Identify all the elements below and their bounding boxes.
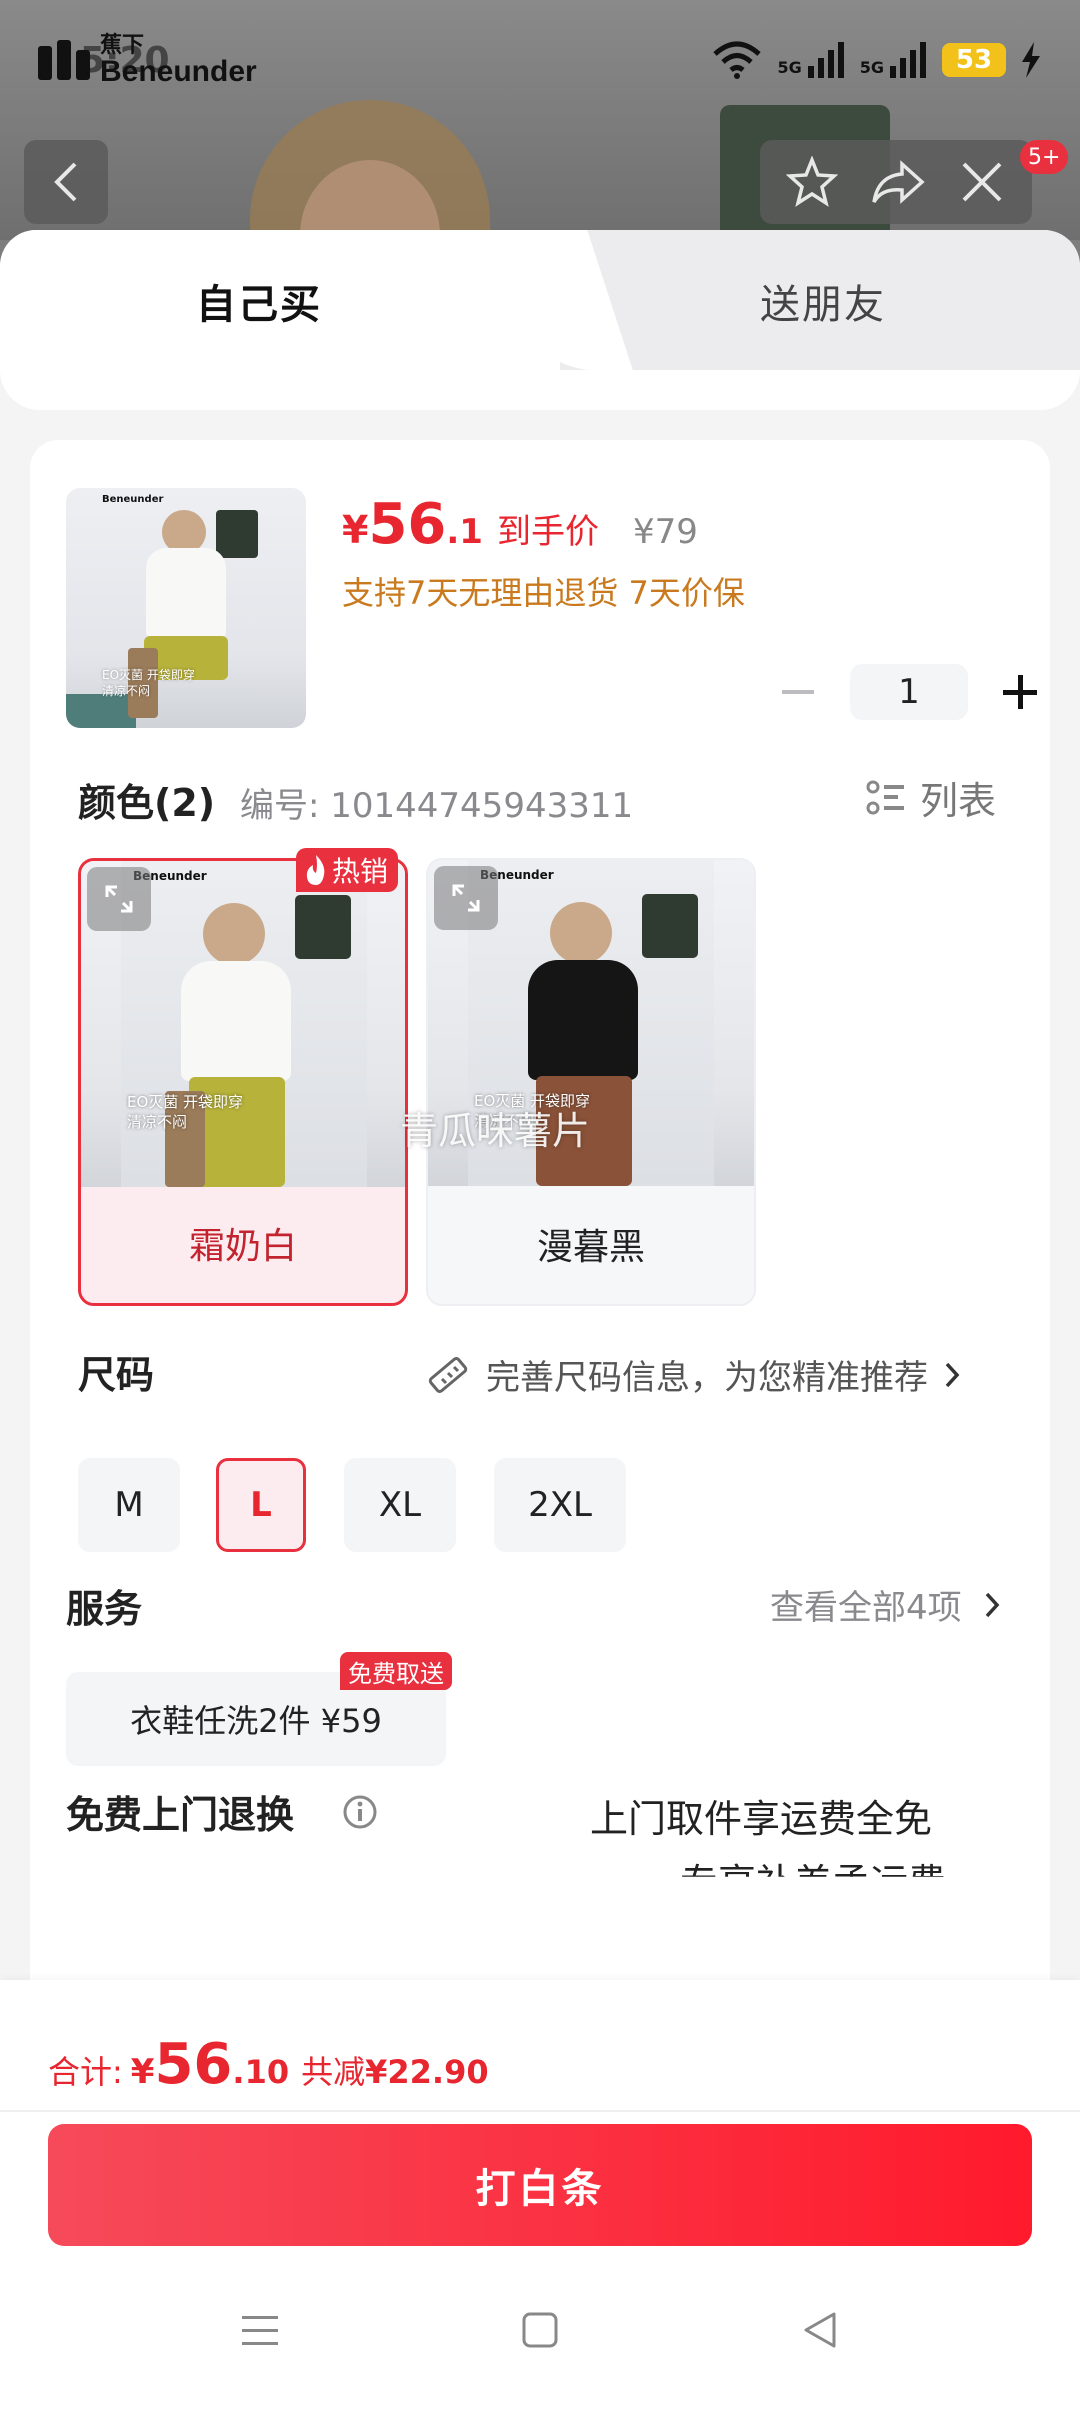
flame-icon: [306, 855, 325, 885]
size-option-l[interactable]: L: [216, 1458, 306, 1552]
total-row: 合计: ¥ 56 .10 共减 ¥22.90: [48, 2032, 489, 2097]
decrease-button[interactable]: [770, 664, 826, 720]
guarantee-text: 支持7天无理由退货 7天价保: [342, 574, 745, 612]
size-option-2xl[interactable]: 2XL: [494, 1458, 626, 1552]
signal-icon: [890, 42, 926, 78]
expand-icon: [452, 884, 480, 912]
quantity-value[interactable]: 1: [850, 664, 968, 720]
expand-image-button[interactable]: [87, 867, 151, 931]
price-decimal: .1: [446, 512, 483, 552]
chevron-right-icon: [985, 1592, 1000, 1617]
network-label-2: 5G: [859, 58, 884, 77]
original-price: ¥79: [632, 512, 698, 552]
clock: 5:20: [80, 40, 170, 81]
free-return-desc-2: 专享补差孟运费: [680, 1861, 947, 1905]
star-icon[interactable]: [786, 156, 838, 208]
list-icon: [866, 780, 904, 814]
tab-send-friend[interactable]: 送朋友: [760, 272, 886, 330]
discount-value: ¥22.90: [365, 2053, 489, 2091]
baitiao-pay-button[interactable]: 打白条: [48, 2124, 1032, 2246]
list-view-label: 列表: [920, 779, 997, 823]
size-title: 尺码: [78, 1353, 155, 1397]
menu-icon[interactable]: [240, 2312, 280, 2348]
total-decimal: .10: [232, 2053, 290, 2091]
floating-overlay-text: 青瓜味薯片: [400, 1109, 591, 1153]
battery-indicator: 53: [942, 43, 1006, 77]
back-nav-icon[interactable]: [800, 2310, 840, 2350]
close-icon[interactable]: [958, 158, 1006, 206]
quantity-stepper: 1: [770, 664, 1048, 720]
tab-underhang: [0, 370, 1080, 410]
list-view-toggle[interactable]: 列表: [866, 770, 996, 825]
minus-icon: [782, 690, 814, 694]
hot-sale-label: 热销: [332, 855, 389, 888]
color-option-label: 漫暮黑: [536, 1227, 645, 1268]
top-action-group: [760, 140, 1032, 224]
view-all-services-link[interactable]: 查看全部4项: [770, 1580, 1000, 1629]
thumbnail-caption: EO灭菌 开袋即穿 清凉不闷: [102, 668, 195, 698]
share-icon[interactable]: [870, 158, 926, 206]
free-return-desc: 上门取件享运费全免: [590, 1797, 933, 1841]
color-option-cream-white[interactable]: Beneunder EO灭菌 开袋即穿 清凉不闷 霜奶白: [78, 858, 408, 1306]
hot-sale-badge: 热销: [296, 848, 399, 892]
charging-icon: [1022, 42, 1040, 78]
sku-card: Beneunder EO灭菌 开袋即穿 清凉不闷 ¥ 56 .1 到手价 ¥79…: [30, 440, 1050, 2220]
back-button[interactable]: [24, 140, 108, 224]
tab-buy-for-self[interactable]: 自己买: [196, 272, 322, 330]
signal-icon: [807, 42, 844, 78]
system-nav-bar: [0, 2270, 1080, 2390]
expand-image-button[interactable]: [434, 866, 498, 930]
sku-number: 编号: 10144745943311: [240, 786, 634, 826]
size-option-xl[interactable]: XL: [344, 1458, 456, 1552]
purchase-tabs: 自己买 送朋友: [0, 230, 1080, 370]
thumbnail-brand: Beneunder: [102, 494, 164, 505]
info-icon[interactable]: [342, 1794, 378, 1830]
size-hint-text: 完善尺码信息，为您精准推荐: [486, 1358, 928, 1398]
free-return-title: 免费上门退换: [66, 1793, 295, 1837]
size-recommend-link[interactable]: 完善尺码信息，为您精准推荐: [426, 1350, 960, 1399]
total-label: 合计:: [48, 2053, 123, 2091]
status-bar: 蕉下 Beneunder 5:20 5G 5G 53: [0, 0, 1080, 120]
notification-badge: 5+: [1020, 140, 1069, 174]
option-caption: EO灭菌 开袋即穿 清凉不闷: [127, 1093, 244, 1131]
home-icon[interactable]: [520, 2310, 560, 2350]
plus-icon: [1003, 675, 1037, 709]
network-label-1: 5G: [777, 58, 802, 77]
color-title: 颜色(2): [78, 781, 216, 825]
price-tag: 到手价: [496, 512, 599, 552]
footer-divider: [0, 2110, 1080, 2112]
free-pickup-badge: 免费取送: [340, 1652, 452, 1690]
color-option-label: 霜奶白: [188, 1226, 297, 1267]
expand-icon: [105, 885, 133, 913]
price-currency: ¥: [342, 508, 369, 552]
color-option-dusk-black[interactable]: Beneunder EO灭菌 开袋即穿 清凉不闷 漫暮黑: [426, 858, 756, 1306]
product-thumbnail[interactable]: Beneunder EO灭菌 开袋即穿 清凉不闷: [66, 488, 306, 728]
size-option-m[interactable]: M: [78, 1458, 180, 1552]
total-currency: ¥: [130, 2052, 155, 2092]
total-integer: 56: [154, 2032, 233, 2097]
increase-button[interactable]: [992, 664, 1048, 720]
ruler-icon: [428, 1356, 468, 1393]
service-title: 服务: [66, 1587, 143, 1631]
price-integer: 56: [368, 492, 447, 557]
view-all-label: 查看全部4项: [770, 1588, 962, 1628]
price-row: ¥ 56 .1 到手价 ¥79: [342, 492, 698, 557]
checkout-footer: 合计: ¥ 56 .10 共减 ¥22.90 打白条: [0, 1980, 1080, 2412]
discount-label: 共减: [301, 2053, 366, 2091]
chevron-right-icon: [945, 1362, 960, 1387]
wifi-icon: [713, 41, 762, 79]
chevron-left-icon: [54, 162, 77, 202]
